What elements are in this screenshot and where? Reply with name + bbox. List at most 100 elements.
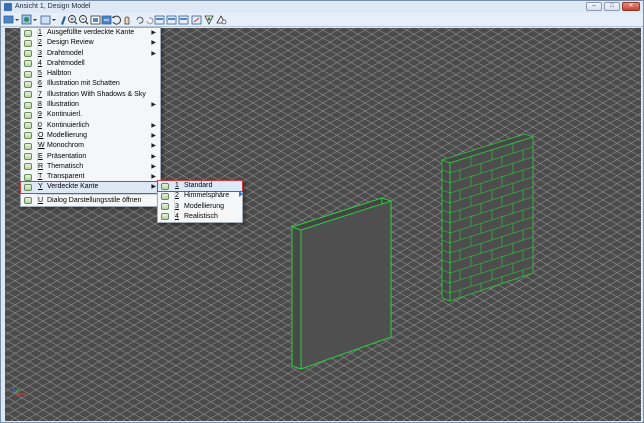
display-style-icon — [24, 39, 32, 47]
menu-item-thematisch[interactable]: R Thematisch ▶ — [21, 162, 160, 172]
menu-item-drahtmodel[interactable]: 3 Drahtmodel ▶ — [21, 49, 160, 59]
menu-item-label: Modellierung — [47, 131, 88, 139]
brick-wall-panel[interactable] — [440, 133, 535, 302]
submenu-arrow-icon: ▶ — [151, 50, 156, 57]
display-style-icon — [24, 50, 32, 58]
submenu-arrow-icon: ▶ — [151, 132, 156, 139]
menu-item-label: Monochrom — [47, 142, 84, 150]
app-icon — [4, 3, 12, 11]
close-button[interactable]: ✕ — [622, 2, 640, 11]
menu-item-key: 2 — [175, 192, 179, 200]
menu-item-key: 0 — [38, 121, 42, 129]
minimize-button[interactable]: – — [586, 2, 602, 11]
display-style-icon — [24, 197, 32, 205]
hidden-line-submenu: 1 Standard 2 Himmelsphäre 3 Modellierung 4 Real… — [157, 179, 243, 224]
display-style-icon — [24, 163, 32, 171]
menu-item-label: Thematisch — [47, 162, 84, 170]
submenu-item-himmelsphare[interactable]: 2 Himmelsphäre — [158, 191, 242, 201]
menu-item-key: 4 — [38, 59, 42, 67]
menu-item-key: 1 — [38, 29, 42, 36]
menu-item-ausgefullte-verdeckte-kante[interactable]: 1 Ausgefüllte verdeckte Kante ▶ — [21, 28, 160, 38]
plain-wall-panel[interactable] — [290, 197, 393, 370]
menu-item-label: Dialog Darstellungsstile öffnen — [47, 196, 142, 204]
menu-item-label: Illustration With Shadows & Sky — [47, 90, 146, 98]
menu-item-label: Standard — [184, 182, 213, 189]
menu-item-open-display-styles-dialog[interactable]: U Dialog Darstellungsstile öffnen — [21, 196, 160, 206]
view-toggle-icon[interactable] — [166, 15, 177, 25]
menu-item-label: Design Review — [47, 39, 94, 47]
menu-item-key: 6 — [38, 80, 42, 88]
zoom-in-icon[interactable] — [68, 15, 78, 25]
menu-item-kontinuierlich[interactable]: 0 Kontinuierlich ▶ — [21, 121, 160, 131]
menu-item-illustration-mit-schatten[interactable]: 6 Illustration mit Schatten — [21, 79, 160, 89]
update-view-icon[interactable] — [40, 15, 56, 25]
display-style-menu: 1 Ausgefüllte verdeckte Kante ▶ 2 Design Rev… — [20, 27, 161, 208]
display-style-icon — [24, 70, 32, 78]
menu-item-drahtmodell[interactable]: 4 Drahtmodell — [21, 59, 160, 69]
display-style-icon — [24, 60, 32, 68]
submenu-item-standard[interactable]: 1 Standard — [157, 179, 243, 193]
menu-item-label: Drahtmodel — [47, 49, 84, 57]
submenu-arrow-icon: ▶ — [151, 143, 156, 150]
menu-item-label: Ausgefüllte verdeckte Kante — [47, 29, 135, 36]
display-style-icon — [24, 111, 32, 119]
clip-mask-icon[interactable] — [191, 15, 202, 25]
menu-item-key: 5 — [38, 70, 42, 78]
submenu-arrow-icon: ▶ — [151, 30, 156, 36]
menu-item-label: Realistisch — [184, 212, 218, 220]
menu-item-halbton[interactable]: 5 Halbton — [21, 69, 160, 79]
copy-view-icon[interactable] — [154, 15, 165, 25]
display-style-icon — [24, 29, 32, 37]
display-style-icon — [24, 173, 32, 181]
menu-item-key: R — [38, 162, 44, 170]
window-area-icon[interactable] — [90, 15, 101, 25]
menu-item-key: W — [38, 142, 45, 150]
clip-volume-icon[interactable] — [178, 15, 189, 25]
menu-item-kontinuierl[interactable]: 9 Kontinuierl. — [21, 110, 160, 120]
menu-item-label: Modellierung — [184, 202, 225, 210]
menu-item-key: 7 — [38, 90, 42, 98]
display-style-icon — [24, 101, 32, 109]
view-attributes-icon[interactable] — [3, 15, 19, 24]
submenu-arrow-icon: ▶ — [151, 153, 156, 160]
title-bar[interactable]: Ansicht 1, Design Model – □ ✕ — [1, 1, 643, 13]
menu-item-label: Illustration — [47, 101, 79, 109]
pan-view-icon[interactable] — [124, 16, 130, 25]
rotate-view-icon[interactable] — [112, 15, 121, 25]
menu-item-key: 8 — [38, 101, 42, 109]
pen-icon[interactable] — [61, 16, 66, 25]
submenu-arrow-icon: ▶ — [151, 102, 156, 109]
menu-item-design-review[interactable]: 2 Design Review ▶ — [21, 38, 160, 48]
menu-item-verdeckte-kante[interactable]: Y Verdeckte Kante ▶ — [20, 181, 161, 194]
submenu-item-realistisch[interactable]: 4 Realistisch — [158, 212, 242, 222]
menu-item-key: 1 — [175, 182, 179, 189]
view-previous-icon[interactable] — [136, 16, 144, 24]
display-style-icon — [24, 153, 32, 161]
menu-item-monochrom[interactable]: W Monochrom ▶ — [21, 141, 160, 151]
display-style-icon — [24, 142, 32, 150]
maximize-button[interactable]: □ — [604, 2, 620, 11]
view-next-icon[interactable] — [146, 17, 154, 25]
submenu-arrow-icon: ▶ — [151, 122, 156, 129]
display-style-icon[interactable] — [21, 14, 37, 25]
menu-item-key: 2 — [38, 39, 42, 47]
camera-icon[interactable] — [204, 15, 214, 25]
window-title: Ansicht 1, Design Model — [15, 3, 91, 10]
display-style-icon — [24, 91, 32, 99]
menu-item-key: 3 — [38, 49, 42, 57]
menu-item-prasentation[interactable]: E Präsentation ▶ — [21, 152, 160, 162]
menu-item-illustration[interactable]: 8 Illustration ▶ — [21, 100, 160, 110]
zoom-out-icon[interactable] — [79, 15, 89, 25]
section-icon[interactable] — [216, 15, 227, 25]
menu-item-transparent[interactable]: T Transparent ▶ — [21, 172, 160, 182]
submenu-item-modellierung[interactable]: 3 Modellierung — [158, 202, 242, 212]
display-style-icon — [24, 132, 32, 140]
menu-item-label: Präsentation — [47, 152, 87, 160]
menu-item-key: U — [38, 196, 44, 204]
fit-view-icon[interactable] — [101, 15, 112, 25]
menu-item-key: 9 — [38, 111, 42, 119]
menu-item-illustration-with-shadows-sky[interactable]: 7 Illustration With Shadows & Sky — [21, 90, 160, 100]
menu-item-modellierung[interactable]: O Modellierung ▶ — [21, 131, 160, 141]
display-style-icon — [161, 192, 169, 200]
submenu-arrow-icon: ▶ — [151, 40, 156, 47]
